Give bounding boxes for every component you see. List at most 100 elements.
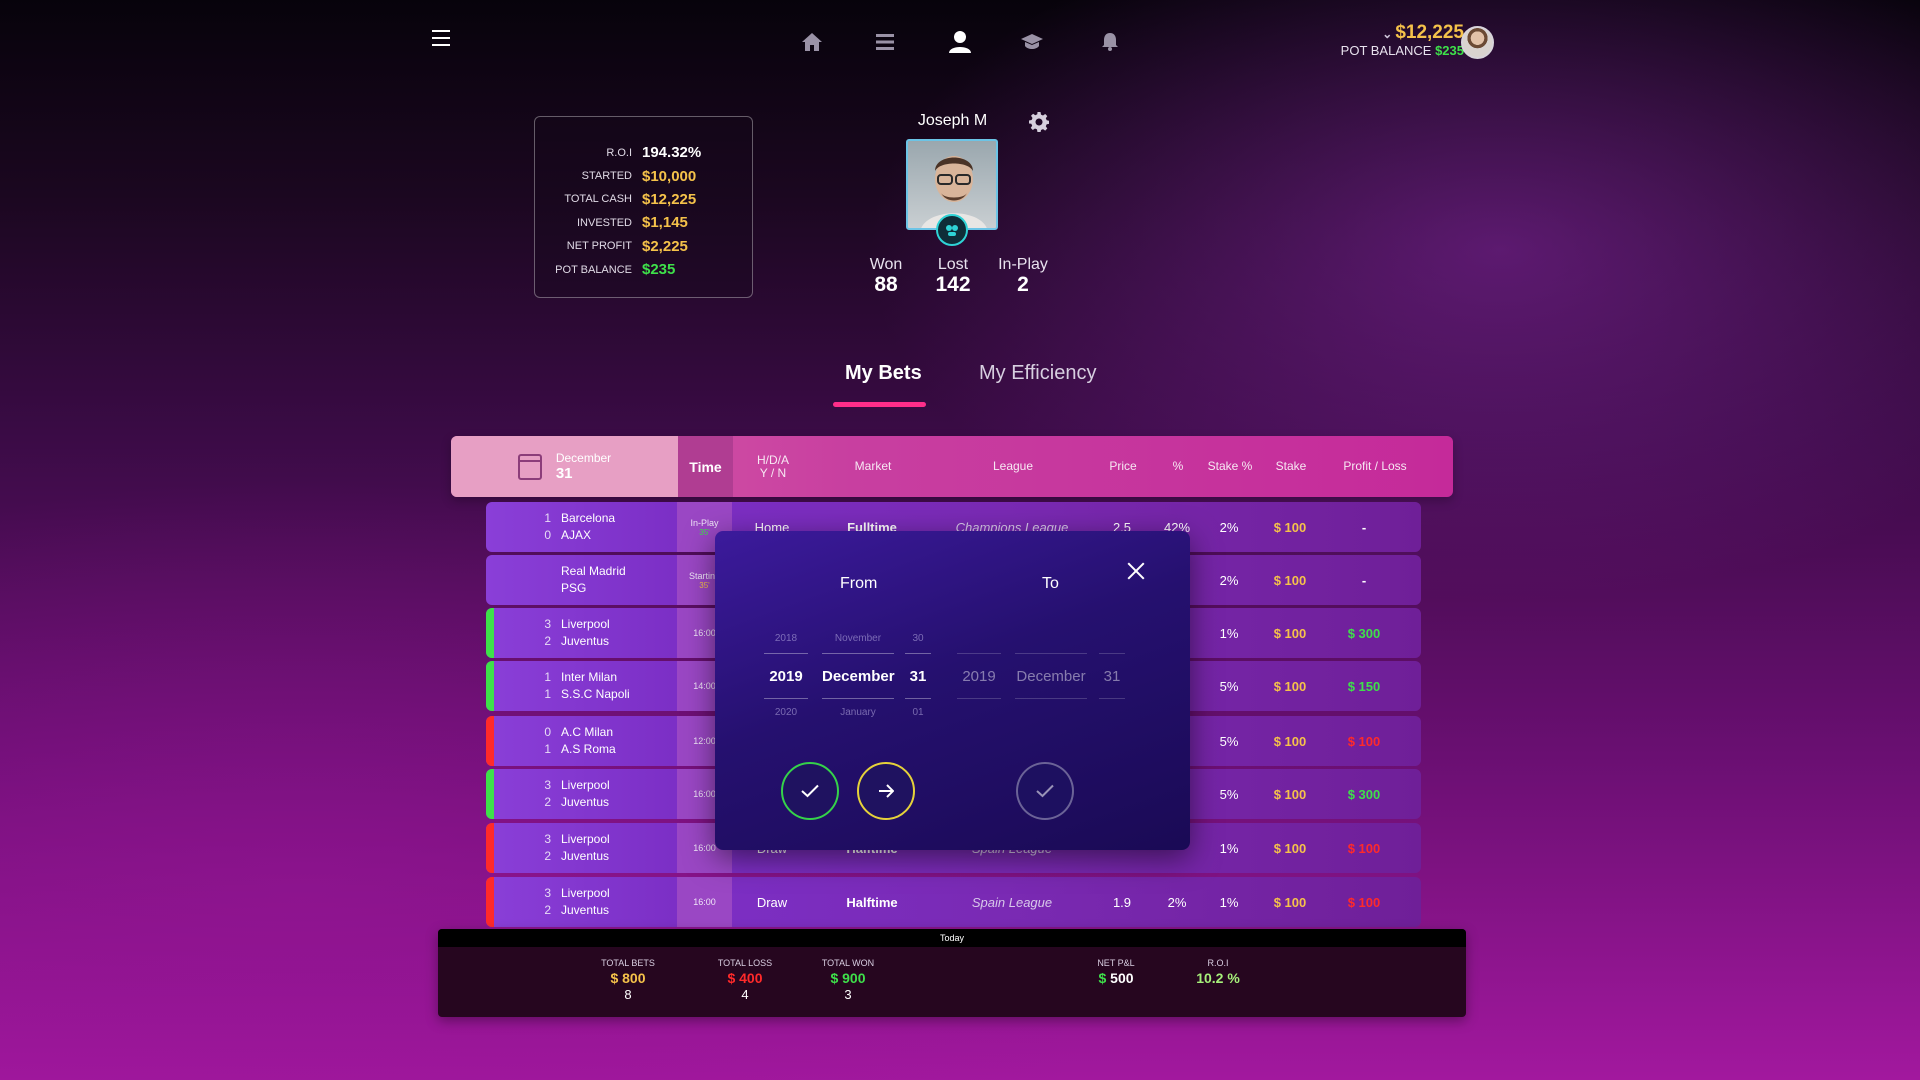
cell-stake: $ 100 bbox=[1273, 678, 1307, 694]
total-loss-count: 4 bbox=[741, 987, 749, 1002]
user-icon[interactable] bbox=[946, 28, 974, 56]
from-year-next[interactable]: 2020 bbox=[764, 701, 808, 725]
from-year-prev[interactable]: 2018 bbox=[764, 627, 808, 651]
header-stake[interactable]: Stake bbox=[1257, 436, 1325, 497]
away-score: 1 bbox=[544, 742, 551, 756]
summary-total-bets: TOTAL BETS $ 800 8 bbox=[578, 958, 678, 1002]
match-time-label: 14:00 bbox=[693, 681, 716, 691]
cell-stake-pct: 2% bbox=[1219, 519, 1239, 535]
from-day-prev[interactable]: 30 bbox=[905, 627, 931, 651]
away-score bbox=[486, 580, 561, 597]
header-market[interactable]: Market bbox=[813, 436, 933, 497]
home-score: 3 bbox=[544, 778, 551, 792]
next-button[interactable] bbox=[857, 762, 915, 820]
home-score: 3 bbox=[544, 617, 551, 631]
roi-label: R.O.I bbox=[1207, 958, 1229, 968]
confirm-from-button[interactable] bbox=[781, 762, 839, 820]
match-time-label: 16:00 bbox=[693, 628, 716, 638]
to-year-picker[interactable]: 2019 bbox=[957, 607, 1001, 725]
stat-value: $235 bbox=[642, 261, 676, 279]
list-icon[interactable] bbox=[871, 28, 899, 56]
to-month-selected[interactable]: December bbox=[1015, 653, 1087, 699]
header-league[interactable]: League bbox=[933, 436, 1093, 497]
away-score: 0 bbox=[544, 528, 551, 542]
tab-active-indicator bbox=[833, 402, 926, 407]
match-minute: 35' bbox=[699, 580, 710, 590]
stat-value: $2,225 bbox=[642, 237, 688, 255]
date-filter-button[interactable]: December 31 bbox=[451, 436, 678, 497]
match-teams: 1 Inter Milan 1 S.S.C Napoli bbox=[486, 661, 677, 711]
home-icon[interactable] bbox=[798, 28, 826, 56]
match-teams: 3 Liverpool 2 Juventus bbox=[486, 769, 677, 819]
inplay-stat: In-Play 2 bbox=[988, 256, 1058, 296]
from-month-prev[interactable]: November bbox=[822, 627, 894, 651]
cell-profit-loss: $ 300 bbox=[1347, 625, 1381, 641]
from-year-selected[interactable]: 2019 bbox=[764, 653, 808, 699]
home-score: 3 bbox=[544, 886, 551, 900]
confirm-to-button[interactable] bbox=[1016, 762, 1074, 820]
arrow-right-icon bbox=[879, 784, 894, 798]
lost-label: Lost bbox=[937, 256, 969, 273]
to-year-selected[interactable]: 2019 bbox=[957, 653, 1001, 699]
away-team: Juventus bbox=[561, 795, 610, 809]
cell-stake-pct: 5% bbox=[1219, 786, 1239, 802]
away-team: A.S Roma bbox=[561, 742, 616, 756]
total-won-label: TOTAL WON bbox=[821, 958, 875, 968]
header-stake-pct[interactable]: Stake % bbox=[1203, 436, 1257, 497]
from-month-next[interactable]: January bbox=[822, 701, 894, 725]
home-score: 1 bbox=[544, 511, 551, 525]
summary-period-label[interactable]: Today bbox=[438, 929, 1466, 947]
header-price[interactable]: Price bbox=[1093, 436, 1153, 497]
hamburger-menu-icon[interactable] bbox=[432, 30, 450, 46]
lost-stat: Lost 142 bbox=[918, 256, 988, 296]
header-time[interactable]: Time bbox=[678, 436, 733, 497]
match-teams: 3 Liverpool 2 Juventus bbox=[486, 877, 677, 927]
summary-total-won: TOTAL WON $ 900 3 bbox=[798, 958, 898, 1002]
stat-value: $12,225 bbox=[642, 190, 697, 208]
stat-label: POT BALANCE bbox=[555, 263, 632, 276]
header-hda[interactable]: H/D/A Y / N bbox=[733, 436, 813, 497]
match-time-label: In-Play bbox=[690, 517, 719, 528]
header-pct[interactable]: % bbox=[1153, 436, 1203, 497]
stat-value: $1,145 bbox=[642, 214, 688, 232]
close-icon[interactable] bbox=[1125, 560, 1147, 582]
from-month-picker[interactable]: November December January bbox=[822, 607, 895, 725]
avatar[interactable] bbox=[1461, 26, 1494, 59]
tab-my-bets[interactable]: My Bets bbox=[845, 362, 922, 385]
away-score: 2 bbox=[544, 634, 551, 648]
total-won-value: $ 900 bbox=[830, 970, 866, 986]
lost-value: 142 bbox=[935, 273, 971, 296]
table-row[interactable]: 3 Liverpool 2 Juventus 16:00 Draw Halftime Spai… bbox=[486, 877, 1421, 927]
to-day-selected[interactable]: 31 bbox=[1099, 653, 1125, 699]
summary-net-pl: NET P&L $ 500 bbox=[1066, 958, 1166, 986]
home-score: 3 bbox=[544, 832, 551, 846]
from-day-selected[interactable]: 31 bbox=[905, 653, 931, 699]
net-pl-amount: 500 bbox=[1110, 970, 1134, 986]
total-loss-label: TOTAL LOSS bbox=[717, 958, 773, 968]
chevron-down-icon[interactable]: ⌄ bbox=[1382, 27, 1392, 41]
table-header: December 31 Time H/D/A Y / N Market Leagu… bbox=[451, 436, 1453, 497]
from-day-picker[interactable]: 30 31 01 bbox=[905, 607, 931, 725]
net-pl-label: NET P&L bbox=[1097, 958, 1135, 968]
stat-label: R.O.I bbox=[606, 146, 632, 159]
balance-widget[interactable]: ⌄ $12,225 POT BALANCE $235 bbox=[1341, 22, 1464, 58]
from-day-next[interactable]: 01 bbox=[905, 701, 931, 725]
header-profit-loss[interactable]: Profit / Loss bbox=[1325, 436, 1425, 497]
gear-icon[interactable] bbox=[1029, 112, 1050, 133]
to-day-picker[interactable]: 31 bbox=[1099, 607, 1125, 725]
to-month-picker[interactable]: December bbox=[1015, 607, 1087, 725]
cell-hda: Draw bbox=[756, 894, 788, 910]
cell-stake: $ 100 bbox=[1273, 733, 1307, 749]
balance-value: $12,225 bbox=[1395, 22, 1464, 43]
graduation-cap-icon[interactable] bbox=[1018, 28, 1046, 56]
bell-icon[interactable] bbox=[1096, 28, 1124, 56]
cell-profit-loss: $ 100 bbox=[1347, 840, 1381, 856]
cell-price: 1.9 bbox=[1112, 894, 1132, 910]
summary-panel: Today TOTAL BETS $ 800 8 TOTAL LOSS $ 40… bbox=[438, 929, 1466, 1017]
from-month-selected[interactable]: December bbox=[822, 653, 895, 699]
home-score: 1 bbox=[544, 670, 551, 684]
home-score bbox=[486, 563, 561, 580]
stat-label: NET PROFIT bbox=[566, 240, 632, 253]
tab-my-efficiency[interactable]: My Efficiency bbox=[979, 362, 1096, 385]
from-year-picker[interactable]: 2018 2019 2020 bbox=[764, 607, 808, 725]
